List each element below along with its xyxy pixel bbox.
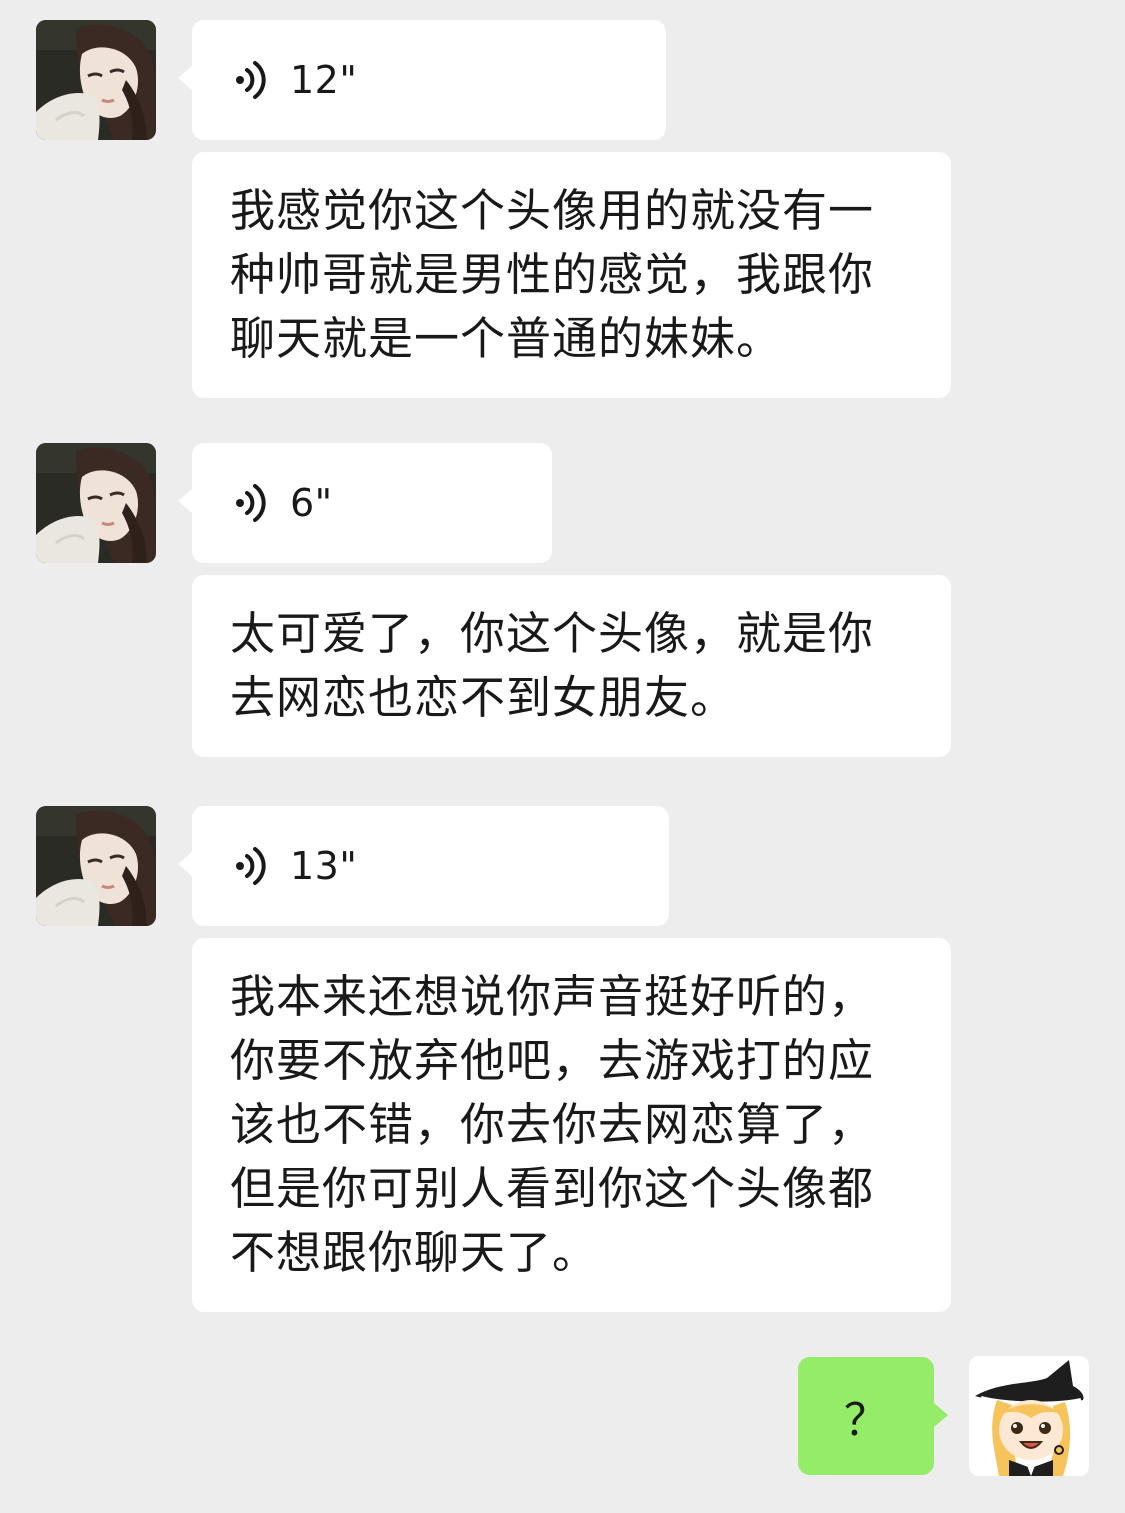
contact-avatar[interactable] [36,20,156,140]
contact-avatar[interactable] [36,443,156,563]
voice-message[interactable]: 12" [178,20,666,140]
voice-wave-icon [234,847,266,885]
girl-photo-avatar-icon [36,443,156,563]
voice-message[interactable]: 6" [178,443,552,563]
text-message[interactable]: 我感觉你这个头像用的就没有一种帅哥就是男性的感觉，我跟你聊天就是一个普通的妹妹。 [192,152,951,398]
girl-photo-avatar-icon [36,806,156,926]
voice-duration: 12" [290,58,358,102]
girl-photo-avatar-icon [36,20,156,140]
my-avatar[interactable] [969,1356,1089,1476]
voice-message[interactable]: 13" [178,806,669,926]
text-message[interactable]: 太可爱了，你这个头像，就是你去网恋也恋不到女朋友。 [192,575,951,757]
voice-wave-icon [234,484,266,522]
my-text-message[interactable]: ？ [798,1357,948,1475]
cartoon-witch-avatar-icon [969,1356,1089,1476]
voice-duration: 13" [290,844,358,888]
text-message[interactable]: 我本来还想说你声音挺好听的，你要不放弃他吧，去游戏打的应该也不错，你去你去网恋算… [192,938,951,1312]
contact-avatar[interactable] [36,806,156,926]
voice-wave-icon [234,61,266,99]
voice-duration: 6" [290,481,333,525]
